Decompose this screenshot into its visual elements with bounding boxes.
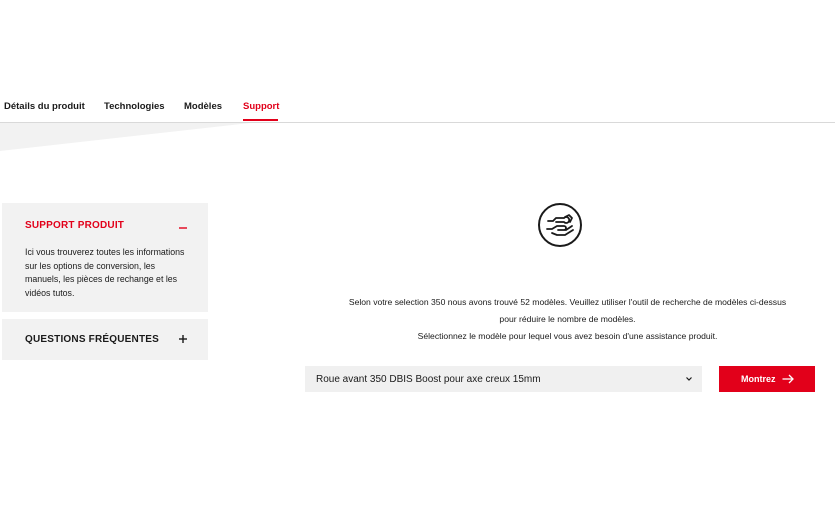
accordion-support-title[interactable]: SUPPORT PRODUIT: [25, 220, 124, 231]
accordion-support-text: Ici vous trouverez toutes les informatio…: [25, 247, 185, 298]
model-select-value: Roue avant 350 DBIS Boost pour axe creux…: [316, 374, 541, 385]
hand-wrench-icon: [538, 203, 582, 247]
results-info-line-3: Sélectionnez le modèle pour lequel vous …: [417, 331, 718, 341]
tab-models[interactable]: Modèles: [184, 101, 222, 112]
expand-plus-icon[interactable]: [179, 335, 187, 343]
accordion-support-product: SUPPORT PRODUIT Ici vous trouverez toute…: [2, 203, 208, 312]
decorative-wedge: [0, 123, 250, 151]
collapse-minus-icon[interactable]: [179, 224, 187, 232]
results-info-line-2: pour réduire le nombre de modèles.: [499, 314, 636, 324]
model-select[interactable]: Roue avant 350 DBIS Boost pour axe creux…: [305, 366, 702, 392]
arrow-right-icon: [782, 374, 794, 384]
accordion-faq-title[interactable]: QUESTIONS FRÉQUENTES: [25, 334, 159, 345]
show-button[interactable]: Montrez: [719, 366, 815, 392]
active-tab-indicator: [243, 119, 278, 121]
chevron-down-icon: [686, 377, 692, 381]
results-info-line-1: Selon votre selection 350 nous avons tro…: [348, 297, 787, 307]
tab-product-details[interactable]: Détails du produit: [4, 101, 85, 112]
tab-support[interactable]: Support: [243, 101, 279, 112]
product-tabs: Détails du produit Technologies Modèles …: [0, 0, 835, 123]
accordion-faq[interactable]: QUESTIONS FRÉQUENTES: [2, 319, 208, 360]
show-button-label: Montrez: [741, 374, 776, 384]
tab-technologies[interactable]: Technologies: [104, 101, 165, 112]
